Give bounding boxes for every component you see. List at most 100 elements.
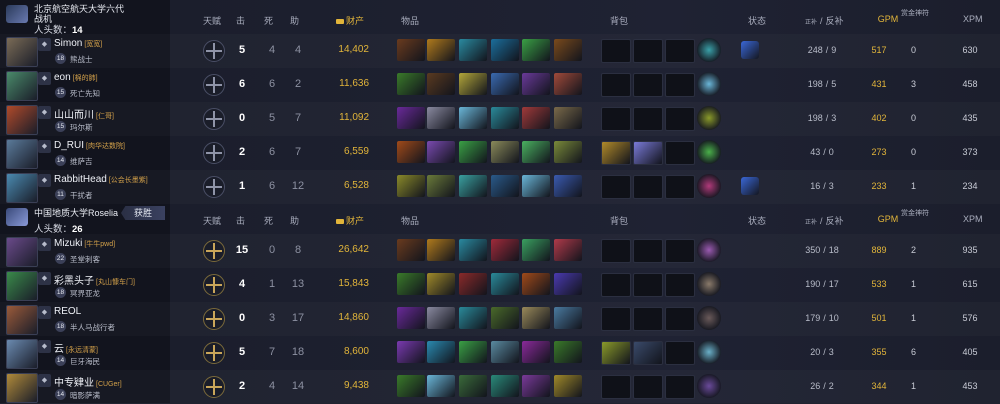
player-row[interactable]: ◆ REOL 18 半人马战行者 0 3 17 14,860 179/10 501 1 576 [0,302,1000,336]
talent-tree-icon[interactable] [203,376,225,398]
item-slot-icon[interactable] [522,273,550,295]
item-slot-icon[interactable] [491,175,519,197]
neutral-item-icon[interactable] [697,306,721,330]
buff-status-icon[interactable] [741,177,759,195]
item-slot-icon[interactable] [397,141,425,163]
item-slot-icon[interactable] [491,239,519,261]
player-name[interactable]: 中专肄业 [CUGer] [54,374,122,389]
hero-portrait[interactable] [6,37,38,67]
item-slot-icon[interactable] [427,107,455,129]
talent-tree-icon[interactable] [203,142,225,164]
item-slot-icon[interactable] [459,375,487,397]
player-name[interactable]: REOL [54,306,83,317]
item-slot-icon[interactable] [554,107,582,129]
player-row[interactable]: ◆ Simon [宽宽] 18 熊战士 5 4 4 14,402 248/9 517 0 630 [0,34,1000,68]
item-slot-icon[interactable] [522,175,550,197]
item-slot-icon[interactable] [459,307,487,329]
hero-portrait[interactable] [6,373,38,403]
item-slot-icon[interactable] [522,73,550,95]
item-slot-icon[interactable] [522,107,550,129]
item-slot-icon[interactable] [397,107,425,129]
item-slot-icon[interactable] [427,307,455,329]
item-slot-icon[interactable] [554,73,582,95]
item-slot-icon[interactable] [491,107,519,129]
item-slot-icon[interactable] [491,73,519,95]
item-slot-icon[interactable] [397,307,425,329]
item-slot-icon[interactable] [491,141,519,163]
hero-portrait[interactable] [6,305,38,335]
neutral-item-icon[interactable] [697,38,721,62]
item-slot-icon[interactable] [554,341,582,363]
neutral-item-icon[interactable] [697,140,721,164]
item-slot-icon[interactable] [397,341,425,363]
item-slot-icon[interactable] [397,239,425,261]
hero-portrait[interactable] [6,173,38,203]
item-slot-icon[interactable] [554,39,582,61]
talent-tree-icon[interactable] [203,40,225,62]
item-slot-icon[interactable] [554,141,582,163]
player-row[interactable]: ◆ 中专肄业 [CUGer] 14 暗影萨满 2 4 14 9,438 26/2 344 1 453 [0,370,1000,404]
player-row[interactable]: ◆ 彩黑头子 [丸山慷车门] 18 冥界亚龙 4 1 13 15,843 190/17 533 1 61… [0,268,1000,302]
item-slot-icon[interactable] [554,273,582,295]
player-row[interactable]: ◆ D_RUI [肉华达数院] 14 维萨吉 2 6 7 6,559 43/0 273 0 373 [0,136,1000,170]
hero-portrait[interactable] [6,139,38,169]
neutral-item-icon[interactable] [697,272,721,296]
backpack-item-icon[interactable] [601,141,631,165]
item-slot-icon[interactable] [427,175,455,197]
neutral-item-icon[interactable] [697,340,721,364]
item-slot-icon[interactable] [554,375,582,397]
hero-portrait[interactable] [6,105,38,135]
player-row[interactable]: ◆ 山山而川 [仁哥] 15 玛尔斯 0 5 7 11,092 198/3 402 0 435 [0,102,1000,136]
talent-tree-icon[interactable] [203,176,225,198]
item-slot-icon[interactable] [459,239,487,261]
item-slot-icon[interactable] [522,141,550,163]
item-slot-icon[interactable] [522,307,550,329]
backpack-item-icon[interactable] [633,341,663,365]
neutral-item-icon[interactable] [697,72,721,96]
item-slot-icon[interactable] [459,39,487,61]
player-name[interactable]: eon [棉的肺] [54,72,98,83]
item-slot-icon[interactable] [459,341,487,363]
player-name[interactable]: Simon [宽宽] [54,38,102,49]
item-slot-icon[interactable] [522,341,550,363]
item-slot-icon[interactable] [459,175,487,197]
item-slot-icon[interactable] [397,73,425,95]
item-slot-icon[interactable] [491,375,519,397]
talent-tree-icon[interactable] [203,108,225,130]
item-slot-icon[interactable] [522,239,550,261]
hero-portrait[interactable] [6,339,38,369]
neutral-item-icon[interactable] [697,374,721,398]
item-slot-icon[interactable] [459,141,487,163]
player-name[interactable]: Mizuki [牛牛pwd] [54,238,115,249]
talent-tree-icon[interactable] [203,274,225,296]
item-slot-icon[interactable] [427,341,455,363]
player-row[interactable]: ◆ Mizuki [牛牛pwd] 22 圣堂刺客 15 0 8 26,642 350/18 889 2… [0,234,1000,268]
item-slot-icon[interactable] [459,73,487,95]
talent-tree-icon[interactable] [203,240,225,262]
neutral-item-icon[interactable] [697,106,721,130]
item-slot-icon[interactable] [397,273,425,295]
item-slot-icon[interactable] [459,273,487,295]
buff-status-icon[interactable] [741,41,759,59]
talent-tree-icon[interactable] [203,308,225,330]
player-name[interactable]: 彩黑头子 [丸山慷车门] [54,272,135,287]
item-slot-icon[interactable] [522,375,550,397]
talent-tree-icon[interactable] [203,74,225,96]
player-row[interactable]: ◆ 云 [永远清蒙] 14 巨牙海民 5 7 18 8,600 20/3 355 6 405 [0,336,1000,370]
item-slot-icon[interactable] [427,273,455,295]
hero-portrait[interactable] [6,237,38,267]
hero-portrait[interactable] [6,271,38,301]
item-slot-icon[interactable] [491,39,519,61]
player-name[interactable]: D_RUI [肉华达数院] [54,140,125,151]
item-slot-icon[interactable] [522,39,550,61]
player-name[interactable]: 云 [永远清蒙] [54,340,98,355]
hero-portrait[interactable] [6,71,38,101]
player-row[interactable]: ◆ RabbitHead [公会长墨紫] 11 干扰者 1 6 12 6,528 16/3 233 1… [0,170,1000,204]
backpack-item-icon[interactable] [633,141,663,165]
player-name[interactable]: 山山而川 [仁哥] [54,106,114,121]
item-slot-icon[interactable] [459,107,487,129]
backpack-item-icon[interactable] [601,341,631,365]
item-slot-icon[interactable] [554,239,582,261]
item-slot-icon[interactable] [427,73,455,95]
item-slot-icon[interactable] [397,375,425,397]
